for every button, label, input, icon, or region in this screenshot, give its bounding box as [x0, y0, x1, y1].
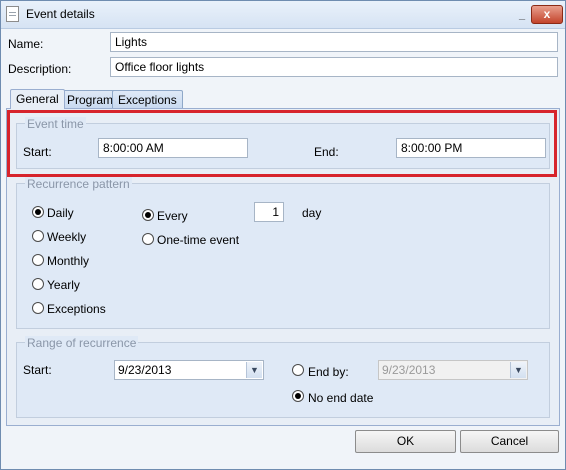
range-start-combo[interactable]: 9/23/2013 ▼ — [114, 360, 264, 380]
event-details-window: Event details _ x Name: Lights Descripti… — [0, 0, 566, 470]
every-count-input[interactable]: 1 — [254, 202, 284, 222]
description-label: Description: — [8, 62, 72, 76]
exceptions-radio[interactable] — [32, 302, 44, 314]
highlight-box — [7, 110, 557, 177]
one-time-radio[interactable] — [142, 233, 154, 245]
chevron-down-icon[interactable]: ▼ — [510, 362, 526, 378]
monthly-label: Monthly — [47, 254, 90, 268]
name-input[interactable]: Lights — [110, 32, 558, 52]
day-unit-label: day — [302, 206, 322, 220]
daily-radio[interactable] — [32, 206, 44, 218]
minimize-button[interactable]: _ — [515, 9, 529, 21]
end-by-radio[interactable] — [292, 364, 304, 376]
ok-button[interactable]: OK — [355, 430, 456, 453]
end-by-value: 9/23/2013 — [382, 363, 436, 377]
description-input[interactable]: Office floor lights — [110, 57, 558, 77]
range-start-label: Start: — [23, 363, 52, 377]
yearly-radio[interactable] — [32, 278, 44, 290]
weekly-radio[interactable] — [32, 230, 44, 242]
range-legend: Range of recurrence — [25, 336, 139, 350]
every-label: Every — [157, 209, 188, 223]
window-title: Event details — [26, 7, 95, 21]
range-group — [16, 342, 550, 418]
range-start-value: 9/23/2013 — [118, 363, 172, 377]
title-bar: Event details _ x — [1, 1, 565, 29]
document-icon — [6, 6, 19, 22]
cancel-button[interactable]: Cancel — [460, 430, 559, 453]
tab-general[interactable]: General — [10, 89, 65, 109]
one-time-label: One-time event — [157, 233, 240, 247]
end-by-combo[interactable]: 9/23/2013 ▼ — [378, 360, 528, 380]
tab-program[interactable]: Program — [61, 90, 120, 108]
chevron-down-icon[interactable]: ▼ — [246, 362, 262, 378]
no-end-date-radio[interactable] — [292, 390, 304, 402]
recurrence-legend: Recurrence pattern — [25, 177, 132, 191]
daily-label: Daily — [47, 206, 74, 220]
yearly-label: Yearly — [47, 278, 80, 292]
close-button[interactable]: x — [531, 5, 563, 24]
end-by-label: End by: — [308, 365, 349, 379]
every-radio[interactable] — [142, 209, 154, 221]
exceptions-label: Exceptions — [47, 302, 106, 316]
tab-exceptions[interactable]: Exceptions — [112, 90, 183, 108]
weekly-label: Weekly — [47, 230, 87, 244]
monthly-radio[interactable] — [32, 254, 44, 266]
no-end-date-label: No end date — [308, 391, 374, 405]
name-label: Name: — [8, 37, 44, 51]
